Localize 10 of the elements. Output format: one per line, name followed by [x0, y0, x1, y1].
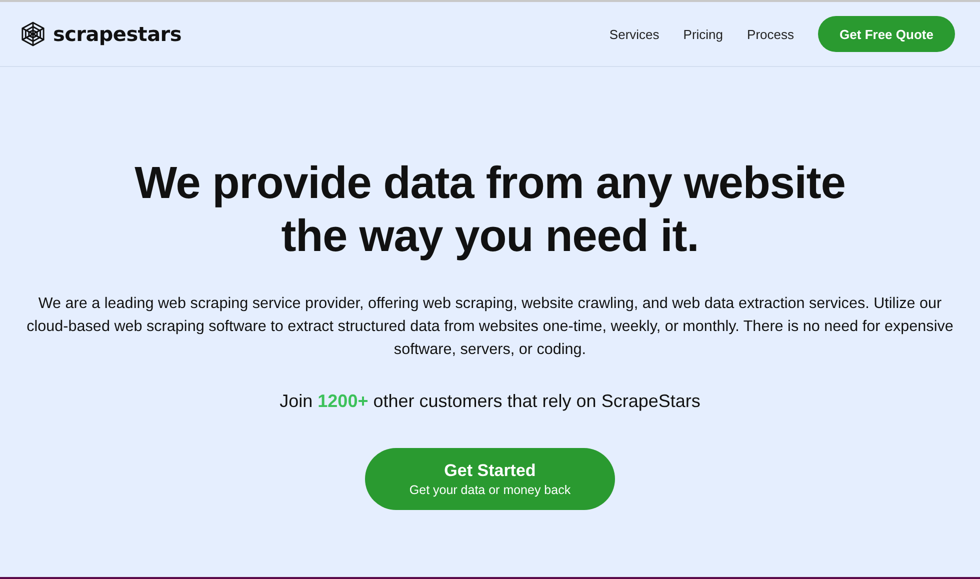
logo-text[interactable]: scrapestars — [53, 22, 182, 46]
nav-link[interactable]: Services — [609, 26, 660, 42]
headline: We provide data from any website the way you need it. — [134, 156, 846, 262]
get-started-button[interactable]: Get Started Get your data or money back — [365, 448, 615, 510]
customers-text: Join 1200+ other customers that rely on ScrapeStars — [280, 391, 700, 412]
nav-link[interactable]: Process — [747, 26, 794, 42]
web-logo-icon — [20, 20, 46, 48]
description: We are a leading web scraping service provider, offering web scraping, website crawling, and web data extraction services. Utilize our cloud-based web scraping software to extract structured data from websites one-time, weekly, or monthly. There is no need for expensive software, servers, or coding. — [26, 294, 954, 360]
get-free-quote-button[interactable]: Get Free Quote — [818, 16, 955, 52]
nav-link[interactable]: Pricing — [683, 26, 724, 42]
